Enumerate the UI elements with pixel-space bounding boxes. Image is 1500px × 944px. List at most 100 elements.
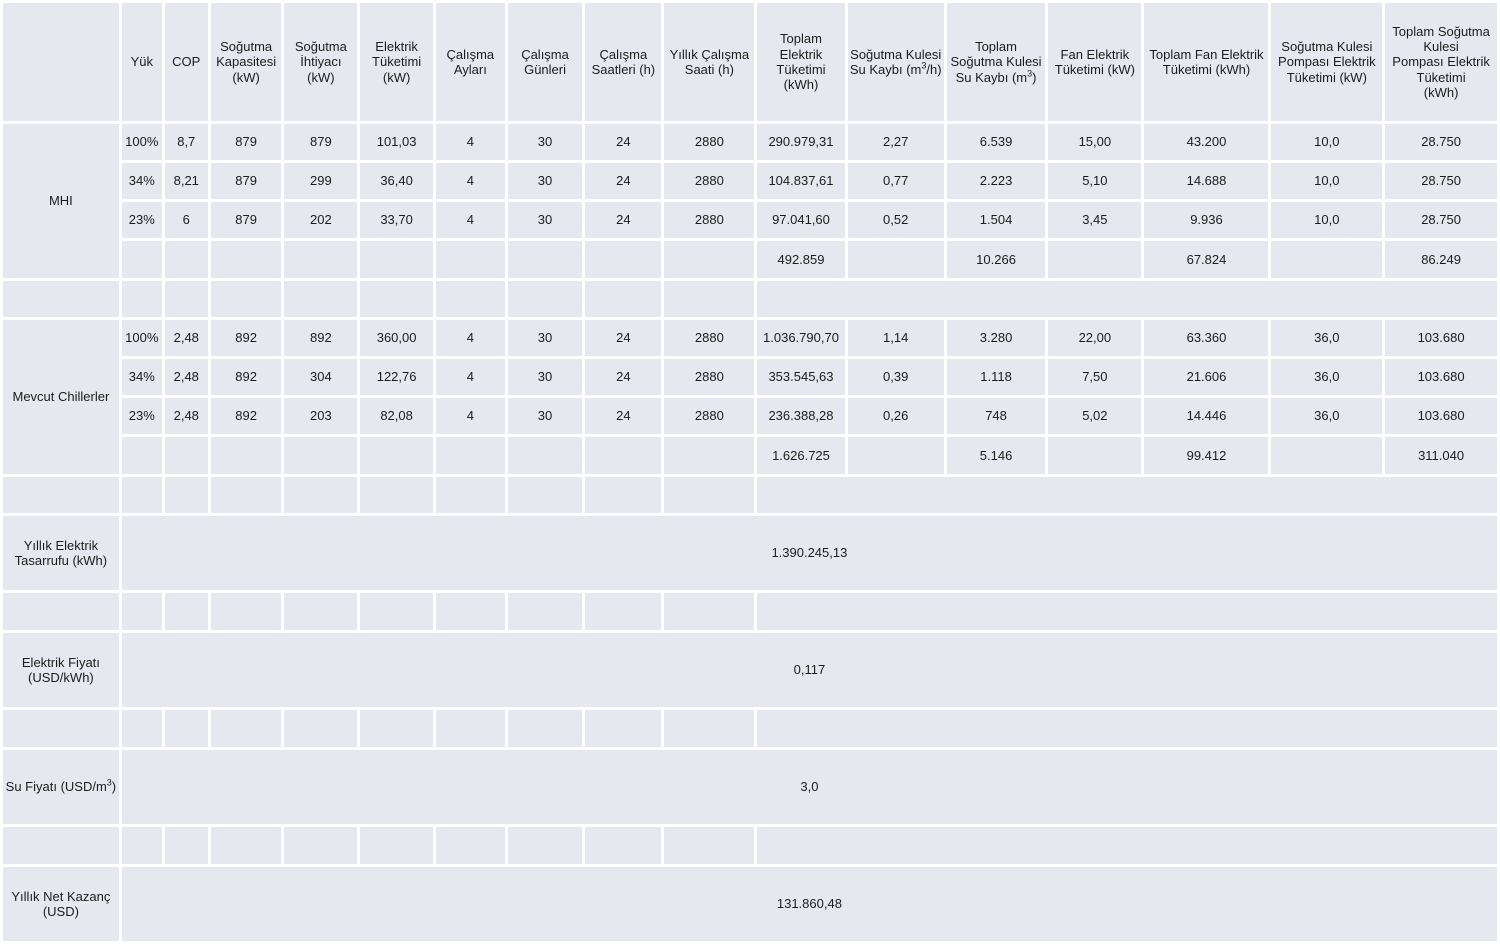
spacer-cell: [210, 593, 282, 630]
header-line: Yıllık Çalışma: [669, 46, 750, 62]
cell-elektrik-tuketimi: 33,70: [360, 202, 433, 238]
header-line: (kWh): [1423, 84, 1459, 100]
header-line: Elektrik: [375, 39, 418, 54]
summary-value-yillik-elektrik-tasarrufu: 1.390.245,13: [121, 516, 1497, 590]
cell-yuk: 23%: [121, 398, 162, 434]
cell-calisma-gunleri: 30: [507, 398, 583, 434]
spacer-row: [3, 281, 1497, 317]
spacer-cell-merged: [757, 710, 1497, 747]
spacer-cell: [435, 827, 505, 864]
cell-calisma-saatleri: 24: [585, 124, 662, 160]
cell-sogutma-ihtiyaci: 892: [284, 320, 358, 356]
spacer-cell: [121, 593, 162, 630]
cell-yillik-calisma-saati: 2880: [664, 124, 755, 160]
cell-elektrik-tuketimi: 360,00: [360, 320, 433, 356]
summary-label: Yıllık Net Kazanç (USD): [3, 867, 119, 941]
cell-fan-elektrik-tuketimi: 3,45: [1048, 202, 1142, 238]
header-cell-sogutma-kapasitesi: Soğutma Kapasitesi (kW): [210, 3, 282, 121]
summary-label: Elektrik Fiyatı (USD/kWh): [3, 633, 119, 707]
cell-cop: 8,21: [164, 163, 208, 199]
cell-fan-elektrik-tuketimi: 7,50: [1048, 359, 1142, 395]
table-row: 23% 6 879 202 33,70 4 30 24 2880 97.041,…: [3, 202, 1497, 238]
spreadsheet-sheet: Yük COP Soğutma Kapasitesi (kW) Soğutma İht…: [0, 0, 1500, 941]
spacer-cell: [585, 477, 662, 513]
cell-sogutma-ihtiyaci: 203: [284, 398, 358, 434]
cell-elektrik-tuketimi-total: [360, 437, 433, 474]
cell-calisma-aylari: 4: [435, 202, 505, 238]
cell-calisma-gunleri: 30: [507, 359, 583, 395]
spacer-cell: [435, 281, 505, 317]
header-line: Soğutma Kulesi: [950, 54, 1042, 70]
table-row: 34% 2,48 892 304 122,76 4 30 24 2880 353…: [3, 359, 1497, 395]
spacer-cell: [664, 593, 755, 630]
cell-calisma-saatleri: 24: [585, 163, 662, 199]
header-line: Soğutma: [220, 39, 273, 54]
header-line: Tüketimi: [372, 54, 422, 70]
summary-row-elektrik-fiyati: Elektrik Fiyatı (USD/kWh) 0,117: [3, 633, 1497, 707]
header-cell-calisma-aylari: Çalışma Ayları: [435, 3, 505, 121]
spacer-row: [3, 477, 1497, 513]
header-line: (kW): [232, 69, 260, 85]
summary-label: Su Fiyatı (USD/m3): [3, 750, 119, 824]
cell-calisma-saatleri: 24: [585, 202, 662, 238]
cell-sogutma-kapasitesi: 879: [210, 163, 282, 199]
cell-yuk: 100%: [121, 124, 162, 160]
cell-toplam-elektrik-tuketimi: 353.545,63: [757, 359, 845, 395]
summary-label-line: Tasarrufu (kWh): [14, 553, 108, 568]
table-row: 34% 8,21 879 299 36,40 4 30 24 2880 104.…: [3, 163, 1497, 199]
cell-cop-total: [164, 241, 208, 278]
header-line: Günleri: [524, 62, 566, 77]
spacer-cell: [284, 477, 358, 513]
cell-calisma-gunleri: 30: [507, 163, 583, 199]
header-label-yuk: Yük: [130, 54, 153, 70]
cell-sk-su-kaybi-total: [847, 437, 944, 474]
summary-value-yillik-net-kazanc: 131.860,48: [121, 867, 1497, 941]
header-label-cop: COP: [172, 54, 201, 70]
cell-toplam-sk-su-kaybi: 3.280: [946, 320, 1046, 356]
cell-elektrik-tuketimi: 122,76: [360, 359, 433, 395]
cell-toplam-elektrik-tuketimi: 1.036.790,70: [757, 320, 845, 356]
cell-elektrik-tuketimi-total: [360, 241, 433, 278]
cell-calisma-gunleri: 30: [507, 320, 583, 356]
cell-toplam-sk-pompasi-elektrik-tuketimi: 28.750: [1385, 163, 1497, 199]
cell-calisma-aylari-total: [435, 437, 505, 474]
cell-toplam-fan-elektrik-tuketimi: 14.688: [1144, 163, 1269, 199]
spacer-cell: [164, 477, 208, 513]
spacer-cell: [507, 827, 583, 864]
summary-label-line: ): [111, 779, 117, 795]
cell-calisma-aylari: 4: [435, 124, 505, 160]
cell-sk-pompasi-elektrik-tuketimi: 10,0: [1271, 202, 1383, 238]
cell-cop-total: [164, 437, 208, 474]
cell-sk-su-kaybi-total: [847, 241, 944, 278]
header-line: ): [1032, 69, 1037, 85]
header-line: /h): [926, 62, 942, 77]
header-line: Ayları: [453, 62, 487, 77]
table-totals-row: 492.859 10.266 67.824 86.249: [3, 241, 1497, 278]
cell-sogutma-kapasitesi: 892: [210, 320, 282, 356]
table-row: Mevcut Chillerler 100% 2,48 892 892 360,…: [3, 320, 1497, 474]
cell-calisma-saatleri: 24: [585, 320, 662, 356]
cell-toplam-sk-pompasi-elektrik-tuketimi-total: 311.040: [1385, 437, 1497, 474]
cell-yuk-total: [121, 241, 162, 278]
spacer-row: [3, 827, 1497, 864]
cell-toplam-sk-su-kaybi: 6.539: [946, 124, 1046, 160]
header-cell-sogutma-kulesi-pompasi-elektrik-tuketimi: Soğutma Kulesi Pompası Elektrik Tüketimi (…: [1271, 3, 1383, 121]
header-line: (kW): [382, 69, 411, 85]
spacer-cell: [360, 477, 433, 513]
table-header-row: Yük COP Soğutma Kapasitesi (kW) Soğutma İht…: [3, 3, 1497, 121]
cell-toplam-sk-pompasi-elektrik-tuketimi: 28.750: [1385, 202, 1497, 238]
cell-yuk: 34%: [121, 163, 162, 199]
cell-calisma-aylari: 4: [435, 163, 505, 199]
header-line: Soğutma Kulesi: [850, 46, 942, 62]
cell-toplam-fan-elektrik-tuketimi: 14.446: [1144, 398, 1269, 434]
header-cell-toplam-sogutma-kulesi-su-kaybi: Toplam Soğutma Kulesi Su Kaybı (m3): [946, 3, 1046, 121]
header-line: Saati (h): [684, 62, 734, 77]
cell-toplam-fan-elektrik-tuketimi: 9.936: [1144, 202, 1269, 238]
header-line: Soğutma Kulesi: [1281, 39, 1373, 54]
cell-yuk: 23%: [121, 202, 162, 238]
cell-sogutma-kapasitesi: 892: [210, 359, 282, 395]
spacer-cell: [3, 710, 119, 747]
spacer-cell: [585, 710, 662, 747]
cell-calisma-saatleri: 24: [585, 359, 662, 395]
header-cell-toplam-sogutma-kulesi-pompasi-elektrik-tuketimi: Toplam Soğutma Kulesi Pompası Elektrik Tü…: [1385, 3, 1497, 121]
